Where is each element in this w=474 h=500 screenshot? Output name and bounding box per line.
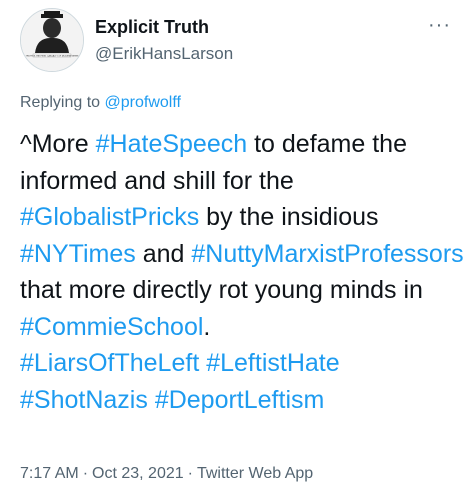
tweet-text-segment: by the insidious (199, 203, 379, 231)
tweet-text-segment: and (135, 239, 192, 268)
replying-to: Replying to @profwolff (20, 94, 181, 112)
user-handle[interactable]: @ErikHansLarson (95, 44, 233, 64)
timestamp-link[interactable]: 7:17 AM (20, 465, 79, 482)
portrait-photo-icon: TRUTH IS THE FIRST CASUALTY OF MODERN VI… (21, 9, 83, 71)
tweet-text: ^More #HateSpeech to defame the informed… (20, 126, 465, 418)
tweet-text-segment (148, 386, 155, 414)
hashtag-link[interactable]: #ShotNazis (20, 386, 148, 414)
hashtag-link[interactable]: #NuttyMarxistProfessors (191, 240, 463, 268)
hashtag-link[interactable]: #NYTimes (20, 240, 136, 268)
replying-to-label: Replying to (20, 94, 105, 111)
separator-dot: · (82, 465, 89, 482)
tweet-text-segment: that more directly rot young minds in (20, 276, 423, 304)
avatar[interactable]: TRUTH IS THE FIRST CASUALTY OF MODERN VI… (20, 8, 84, 72)
tweet-text-segment: ^More (20, 130, 96, 158)
hashtag-link[interactable]: #CommieSchool (20, 313, 203, 341)
svg-text:TRUTH IS THE FIRST CASUALTY OF: TRUTH IS THE FIRST CASUALTY OF MODERN VI… (26, 54, 79, 57)
hashtag-link[interactable]: #DeportLeftism (155, 386, 325, 414)
hashtag-link[interactable]: #GlobalistPricks (20, 203, 199, 231)
tweet-text-segment: . (203, 312, 211, 341)
tweet-metadata: 7:17 AM · Oct 23, 2021 · Twitter Web App (20, 465, 313, 483)
avatar-caption: TRUTH IS THE FIRST CASUALTY OF MODERN VI… (26, 54, 79, 57)
source-label: Twitter Web App (196, 465, 314, 482)
hashtag-link[interactable]: #HateSpeech (96, 130, 248, 158)
display-name[interactable]: Explicit Truth (95, 17, 209, 38)
separator-dot: · (187, 465, 193, 482)
more-options-icon[interactable]: ··· (428, 14, 451, 37)
date-link[interactable]: Oct 23, 2021 (92, 465, 184, 482)
hashtag-link[interactable]: #LeftistHate (206, 349, 339, 377)
hashtag-link[interactable]: #LiarsOfTheLeft (20, 349, 199, 377)
mention-link[interactable]: @profwolff (105, 94, 181, 111)
